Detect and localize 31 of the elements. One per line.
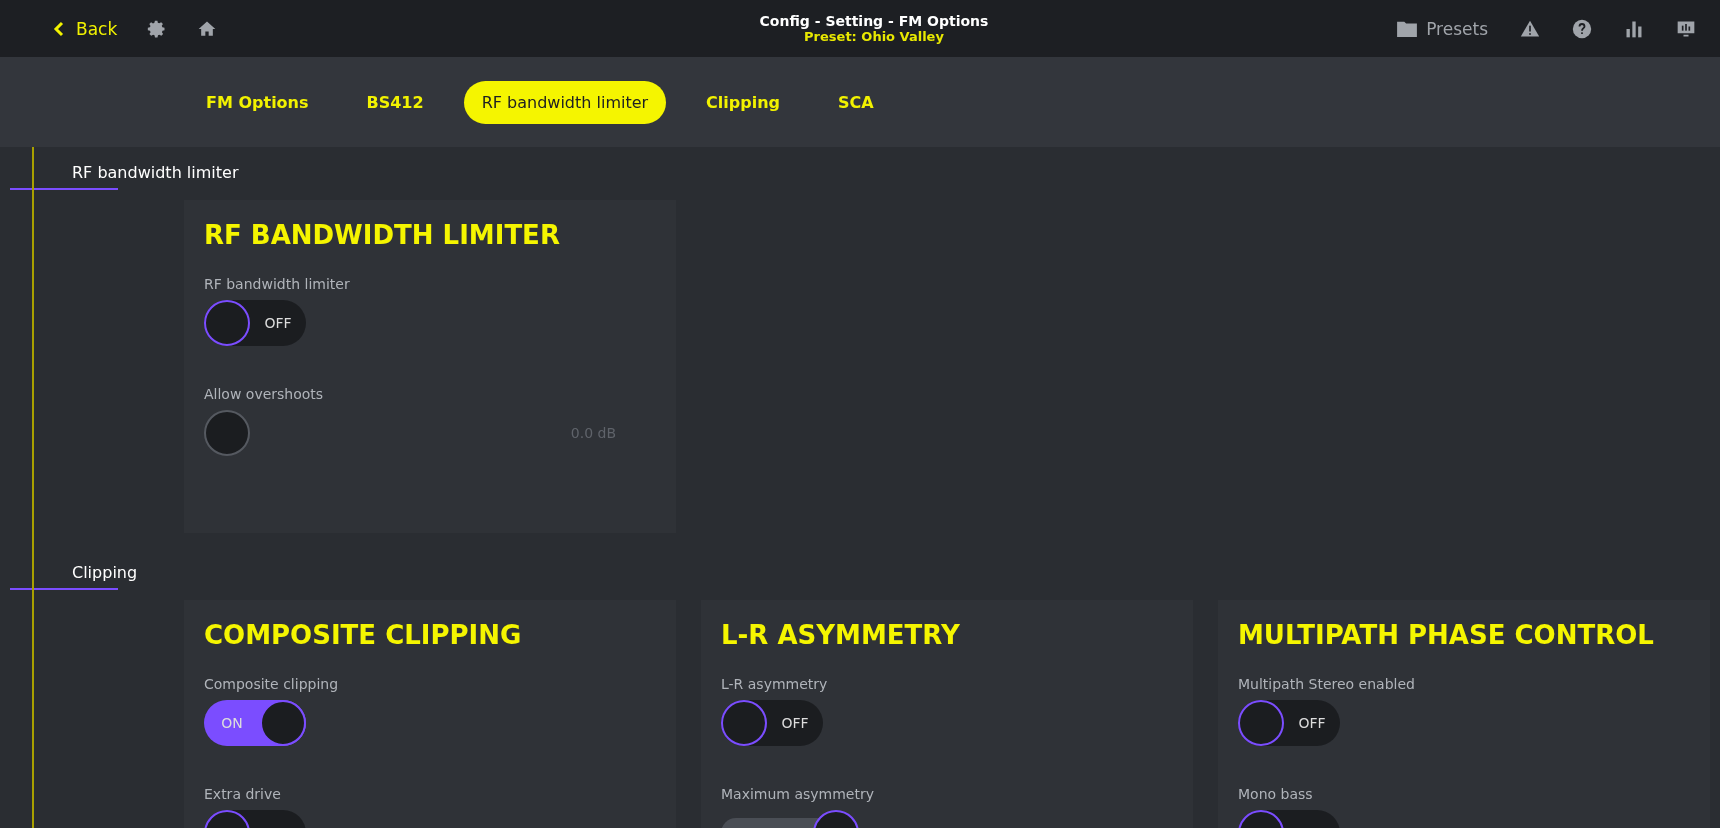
section-heading: RF bandwidth limiter <box>72 163 239 182</box>
tab[interactable]: BS412 <box>348 80 442 124</box>
setting-label: L-R asymmetry <box>721 676 829 692</box>
setting-label: Mono bass <box>1238 786 1314 802</box>
card-title: MULTIPATH PHASE CONTROL <box>1238 620 1655 650</box>
setting-label: Maximum asymmetry <box>721 786 875 802</box>
card-title: L-R ASYMMETRY <box>721 620 961 650</box>
setting-label: Multipath Stereo enabled <box>1238 676 1416 692</box>
preset-name: Preset: Ohio Valley <box>804 29 944 44</box>
presets-button[interactable]: Presets <box>1396 18 1488 39</box>
section-heading: Clipping <box>72 563 138 582</box>
toggle-switch[interactable]: OFF <box>721 700 823 746</box>
settings-icon[interactable] <box>147 18 168 39</box>
back-button[interactable]: Back <box>52 18 118 39</box>
toggle-switch[interactable]: OFF <box>1238 700 1340 746</box>
tab[interactable]: FM Options <box>188 80 327 124</box>
help-icon[interactable] <box>1572 18 1592 39</box>
toggle-switch[interactable]: OFF <box>204 300 306 346</box>
folder-icon <box>1396 19 1419 38</box>
card-title: RF BANDWIDTH LIMITER <box>204 220 561 250</box>
tab[interactable]: RF bandwidth limiter <box>463 80 667 124</box>
card-title: COMPOSITE CLIPPING <box>204 620 523 650</box>
setting-label: Composite clipping <box>204 676 340 692</box>
tab[interactable]: Clipping <box>688 80 799 124</box>
setting-label: RF bandwidth limiter <box>204 276 351 292</box>
chevron-left-icon <box>52 20 66 37</box>
setting-label: Extra drive <box>204 786 282 802</box>
tab[interactable]: SCA <box>820 80 892 124</box>
window-title: Config - Setting - FM Options <box>759 13 989 29</box>
toggle-switch[interactable]: ON <box>204 700 306 746</box>
setting-label: Allow overshoots <box>204 386 325 402</box>
